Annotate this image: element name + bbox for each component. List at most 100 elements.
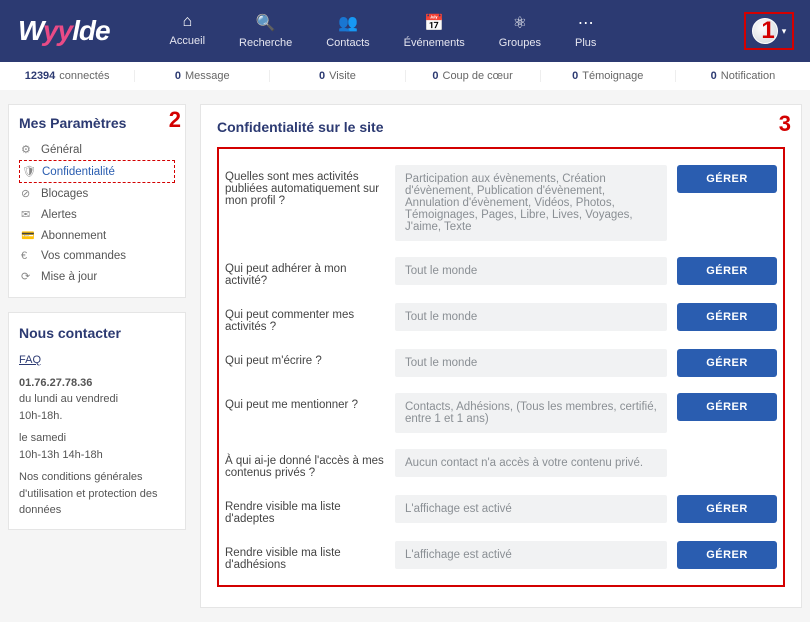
manage-button[interactable]: GÉRER [677, 303, 777, 331]
stat-testimonials[interactable]: 0Témoignage [541, 70, 676, 82]
privacy-row-followers: Rendre visible ma liste d'adeptes L'affi… [225, 487, 777, 533]
setting-question: Qui peut commenter mes activités ? [225, 303, 385, 333]
chevron-down-icon: ▾ [782, 26, 787, 37]
contact-phone: 01.76.27.78.36 [19, 375, 175, 392]
manage-button[interactable]: GÉRER [677, 495, 777, 523]
setting-question: Rendre visible ma liste d'adhésions [225, 541, 385, 571]
sidebar-item-update[interactable]: ⟳Mise à jour [19, 266, 175, 287]
manage-button[interactable]: GÉRER [677, 349, 777, 377]
sidebar-item-privacy[interactable]: 🛡 Confidentialité [19, 160, 175, 183]
manage-button[interactable]: GÉRER [677, 541, 777, 569]
content-wrap: 2 Mes Paramètres ⚙ Général 🛡 Confidentiali… [0, 90, 810, 622]
manage-button[interactable]: GÉRER [677, 393, 777, 421]
stat-likes[interactable]: 0Coup de cœur [406, 70, 541, 82]
sidebar-item-label: Général [41, 144, 82, 156]
nav-label: Contacts [326, 37, 369, 49]
setting-value: Aucun contact n'a accès à votre contenu … [395, 449, 667, 477]
stat-connected[interactable]: 12394connectés [0, 70, 135, 82]
contact-week-hours: 10h-18h. [19, 408, 175, 425]
mail-icon: ✉ [21, 208, 35, 221]
stat-messages[interactable]: 0Message [135, 70, 270, 82]
sidebar-item-label: Mise à jour [41, 271, 97, 283]
sidebar-item-label: Confidentialité [42, 166, 115, 178]
sidebar-item-general[interactable]: ⚙ Général [19, 139, 175, 160]
nav-more[interactable]: ⋯ Plus [575, 13, 596, 49]
privacy-row-activities: Quelles sont mes activités publiées auto… [225, 157, 777, 249]
contacts-icon: 👥 [338, 13, 358, 33]
stat-notifications[interactable]: 0Notification [676, 70, 810, 82]
contact-sat-hours: 10h-13h 14h-18h [19, 447, 175, 464]
contact-sat: le samedi [19, 430, 175, 447]
top-navbar: Wyylde ⌂ Accueil 🔍 Recherche 👥 Contacts … [0, 0, 810, 62]
annotation-marker-3: 3 [779, 111, 791, 137]
contact-terms[interactable]: Nos conditions générales d'utilisation e… [19, 469, 175, 519]
setting-question: Qui peut adhérer à mon activité? [225, 257, 385, 287]
nav-home[interactable]: ⌂ Accueil [170, 13, 205, 49]
sidebar-item-label: Alertes [41, 209, 77, 221]
logo-part2: yy [43, 15, 72, 46]
gear-icon: ⚙ [21, 143, 35, 156]
logo-part3: lde [72, 15, 109, 46]
contact-panel: Nous contacter FAQ 01.76.27.78.36 du lun… [8, 312, 186, 530]
nav-label: Accueil [170, 35, 205, 47]
logo[interactable]: Wyylde [18, 15, 110, 47]
setting-question: À qui ai-je donné l'accès à mes contenus… [225, 449, 385, 479]
privacy-settings-box: Quelles sont mes activités publiées auto… [217, 147, 785, 587]
sidebar-item-blocks[interactable]: ⊘Blocages [19, 183, 175, 204]
annotation-marker-1: 1 [761, 17, 774, 45]
privacy-row-memberships: Rendre visible ma liste d'adhésions L'af… [225, 533, 777, 579]
calendar-icon: 📅 [424, 13, 444, 33]
euro-icon: € [21, 250, 35, 262]
setting-question: Rendre visible ma liste d'adeptes [225, 495, 385, 525]
page-title: Confidentialité sur le site [217, 119, 785, 135]
settings-list: ⚙ Général 🛡 Confidentialité ⊘Blocages ✉ Ale… [19, 139, 175, 287]
privacy-row-adhere: Qui peut adhérer à mon activité? Tout le… [225, 249, 777, 295]
stats-bar: 12394connectés 0Message 0Visite 0Coup de… [0, 62, 810, 90]
user-menu[interactable]: 1 ▾ [744, 12, 794, 50]
contact-title: Nous contacter [19, 323, 175, 344]
setting-value: Contacts, Adhésions, (Tous les membres, … [395, 393, 667, 433]
sidebar-item-label: Blocages [41, 188, 88, 200]
nav-label: Groupes [499, 37, 541, 49]
more-icon: ⋯ [578, 13, 594, 33]
sidebar-item-orders[interactable]: € Vos commandes [19, 246, 175, 266]
sidebar-item-label: Vos commandes [41, 250, 126, 262]
atom-icon: ⚛ [513, 13, 527, 33]
setting-question: Qui peut me mentionner ? [225, 393, 385, 411]
search-icon: 🔍 [256, 13, 276, 33]
setting-value: Tout le monde [395, 349, 667, 377]
privacy-row-write: Qui peut m'écrire ? Tout le monde GÉRER [225, 341, 777, 385]
home-icon: ⌂ [182, 13, 192, 31]
setting-question: Quelles sont mes activités publiées auto… [225, 165, 385, 207]
logo-part1: W [18, 15, 43, 46]
setting-value: Tout le monde [395, 257, 667, 285]
setting-value: Tout le monde [395, 303, 667, 331]
manage-button[interactable]: GÉRER [677, 257, 777, 285]
nav-label: Recherche [239, 37, 292, 49]
setting-value: L'affichage est activé [395, 541, 667, 569]
shield-icon: 🛡 [22, 165, 36, 178]
sidebar-item-alerts[interactable]: ✉ Alertes [19, 204, 175, 225]
sidebar-item-label: Abonnement [41, 230, 106, 242]
annotation-marker-2: 2 [169, 107, 181, 133]
setting-question: Qui peut m'écrire ? [225, 349, 385, 367]
nav-label: Événements [404, 37, 465, 49]
main-panel: 3 Confidentialité sur le site Quelles so… [200, 104, 802, 608]
card-icon: 💳 [21, 229, 35, 242]
manage-button[interactable]: GÉRER [677, 165, 777, 193]
settings-title: Mes Paramètres [19, 115, 175, 131]
nav-search[interactable]: 🔍 Recherche [239, 13, 292, 49]
sidebar-item-subscription[interactable]: 💳 Abonnement [19, 225, 175, 246]
setting-value: Participation aux évènements, Création d… [395, 165, 667, 241]
nav-groups[interactable]: ⚛ Groupes [499, 13, 541, 49]
faq-link[interactable]: FAQ [19, 354, 41, 366]
nav-events[interactable]: 📅 Événements [404, 13, 465, 49]
privacy-row-mention: Qui peut me mentionner ? Contacts, Adhés… [225, 385, 777, 441]
sidebar: 2 Mes Paramètres ⚙ Général 🛡 Confidentiali… [8, 104, 186, 608]
settings-panel: 2 Mes Paramètres ⚙ Général 🛡 Confidentiali… [8, 104, 186, 298]
contact-week: du lundi au vendredi [19, 391, 175, 408]
stat-visits[interactable]: 0Visite [270, 70, 405, 82]
nav-contacts[interactable]: 👥 Contacts [326, 13, 369, 49]
privacy-row-private-access: À qui ai-je donné l'accès à mes contenus… [225, 441, 777, 487]
privacy-row-comment: Qui peut commenter mes activités ? Tout … [225, 295, 777, 341]
